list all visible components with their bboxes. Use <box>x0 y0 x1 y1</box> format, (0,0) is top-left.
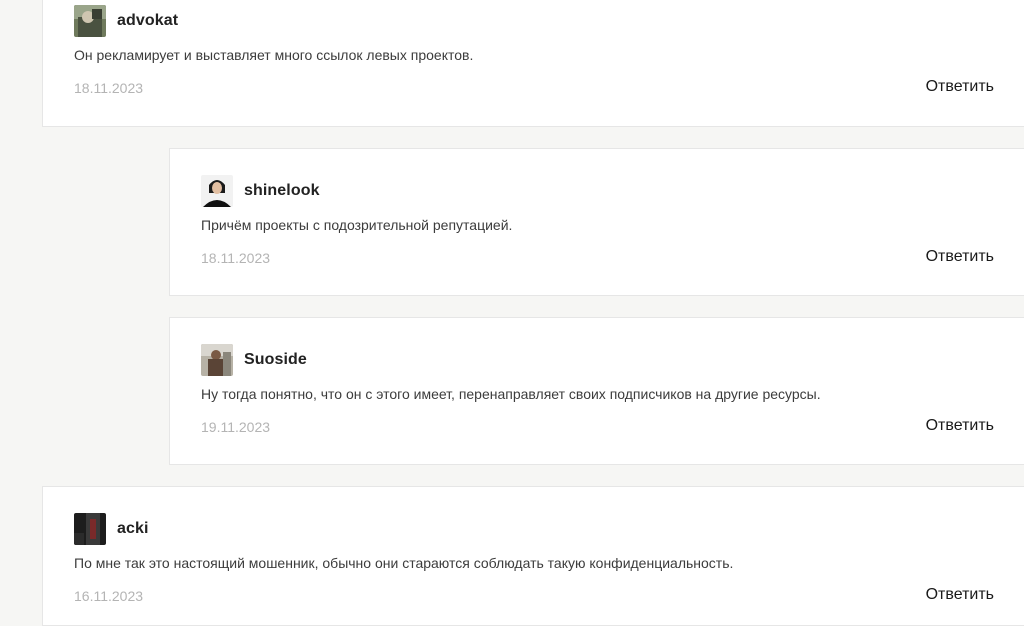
comment-date: 18.11.2023 <box>201 250 271 266</box>
comment-header: shinelook <box>201 175 320 207</box>
comment-author[interactable]: Suoside <box>244 351 307 369</box>
avatar[interactable] <box>201 175 233 207</box>
user-photo-icon <box>74 5 106 37</box>
reply-comment-card: shinelook Причём проекты с подозрительно… <box>169 148 1024 296</box>
comment-text: По мне так это настоящий мошенник, обычн… <box>74 555 734 571</box>
comment-date: 16.11.2023 <box>74 588 144 604</box>
comment-text: Причём проекты с подозрительной репутаци… <box>201 217 513 233</box>
user-photo-icon <box>201 175 233 207</box>
comment-date: 19.11.2023 <box>201 419 271 435</box>
comment-author[interactable]: advokat <box>117 12 178 30</box>
avatar[interactable] <box>201 344 233 376</box>
comment-card: acki По мне так это настоящий мошенник, … <box>42 486 1024 626</box>
reply-button[interactable]: Ответить <box>926 586 994 604</box>
comment-header: advokat <box>74 5 178 37</box>
comment-text: Он рекламирует и выставляет много ссылок… <box>74 47 474 63</box>
reply-button[interactable]: Ответить <box>926 417 994 435</box>
reply-comment-card: Suoside Ну тогда понятно, что он с этого… <box>169 317 1024 465</box>
comment-date: 18.11.2023 <box>74 80 144 96</box>
comment-author[interactable]: acki <box>117 520 149 538</box>
avatar[interactable] <box>74 513 106 545</box>
comment-author[interactable]: shinelook <box>244 182 320 200</box>
comment-header: Suoside <box>201 344 307 376</box>
comment-header: acki <box>74 513 149 545</box>
avatar[interactable] <box>74 5 106 37</box>
comment-text: Ну тогда понятно, что он с этого имеет, … <box>201 386 821 402</box>
reply-button[interactable]: Ответить <box>926 248 994 266</box>
user-photo-icon <box>74 513 106 545</box>
user-photo-icon <box>201 344 233 376</box>
reply-button[interactable]: Ответить <box>926 78 994 96</box>
comment-card: advokat Он рекламирует и выставляет мног… <box>42 0 1024 127</box>
